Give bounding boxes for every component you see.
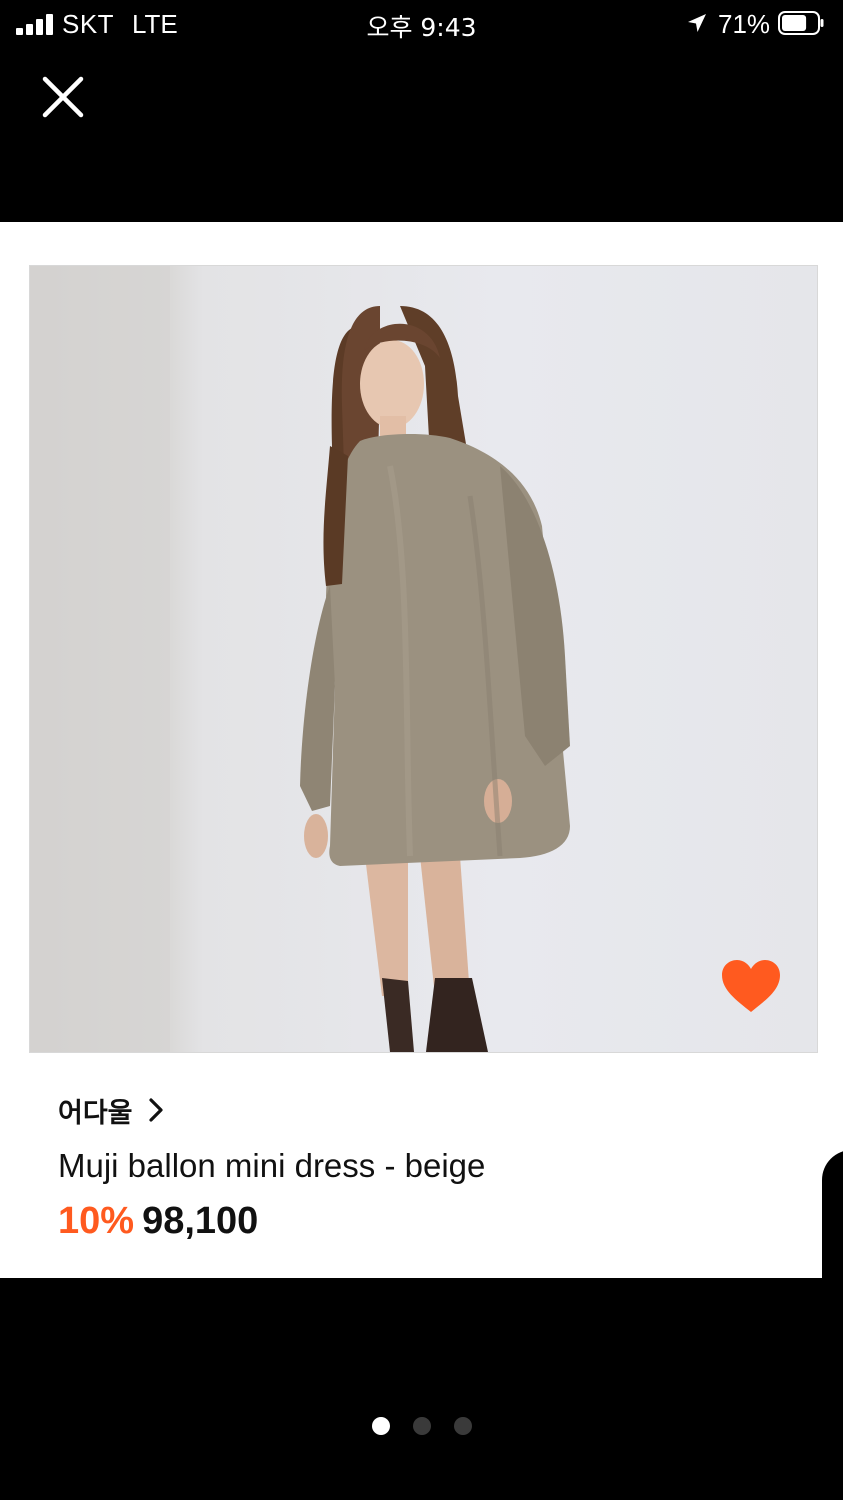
page-dot-2[interactable] <box>413 1417 431 1435</box>
heart-icon[interactable] <box>720 958 782 1014</box>
brand-name: 어다울 <box>58 1097 133 1129</box>
page-dot-1[interactable] <box>372 1417 390 1435</box>
status-bar: SKT LTE 오후 9:43 71% <box>0 0 843 48</box>
price-row: 10% 98,100 <box>58 1200 258 1243</box>
battery-icon <box>778 11 824 35</box>
product-card[interactable]: 어다울 Muji ballon mini dress - beige 10% 98… <box>0 222 843 1278</box>
discount-rate: 10% <box>58 1200 135 1242</box>
close-icon[interactable] <box>36 70 90 124</box>
product-name[interactable]: Muji ballon mini dress - beige <box>58 1147 485 1185</box>
model-figure <box>30 266 570 1052</box>
status-time: 오후 9:43 <box>366 13 477 42</box>
battery-percent: 71% <box>718 9 771 39</box>
page-indicator <box>372 1417 472 1435</box>
location-arrow-icon <box>688 14 706 32</box>
next-card-peek[interactable] <box>822 1150 843 1278</box>
brand-link[interactable]: 어다울 <box>58 1090 165 1130</box>
product-photo[interactable] <box>29 265 818 1053</box>
page-dot-3[interactable] <box>454 1417 472 1435</box>
price: 98,100 <box>142 1200 259 1242</box>
chevron-right-icon <box>148 1098 163 1122</box>
